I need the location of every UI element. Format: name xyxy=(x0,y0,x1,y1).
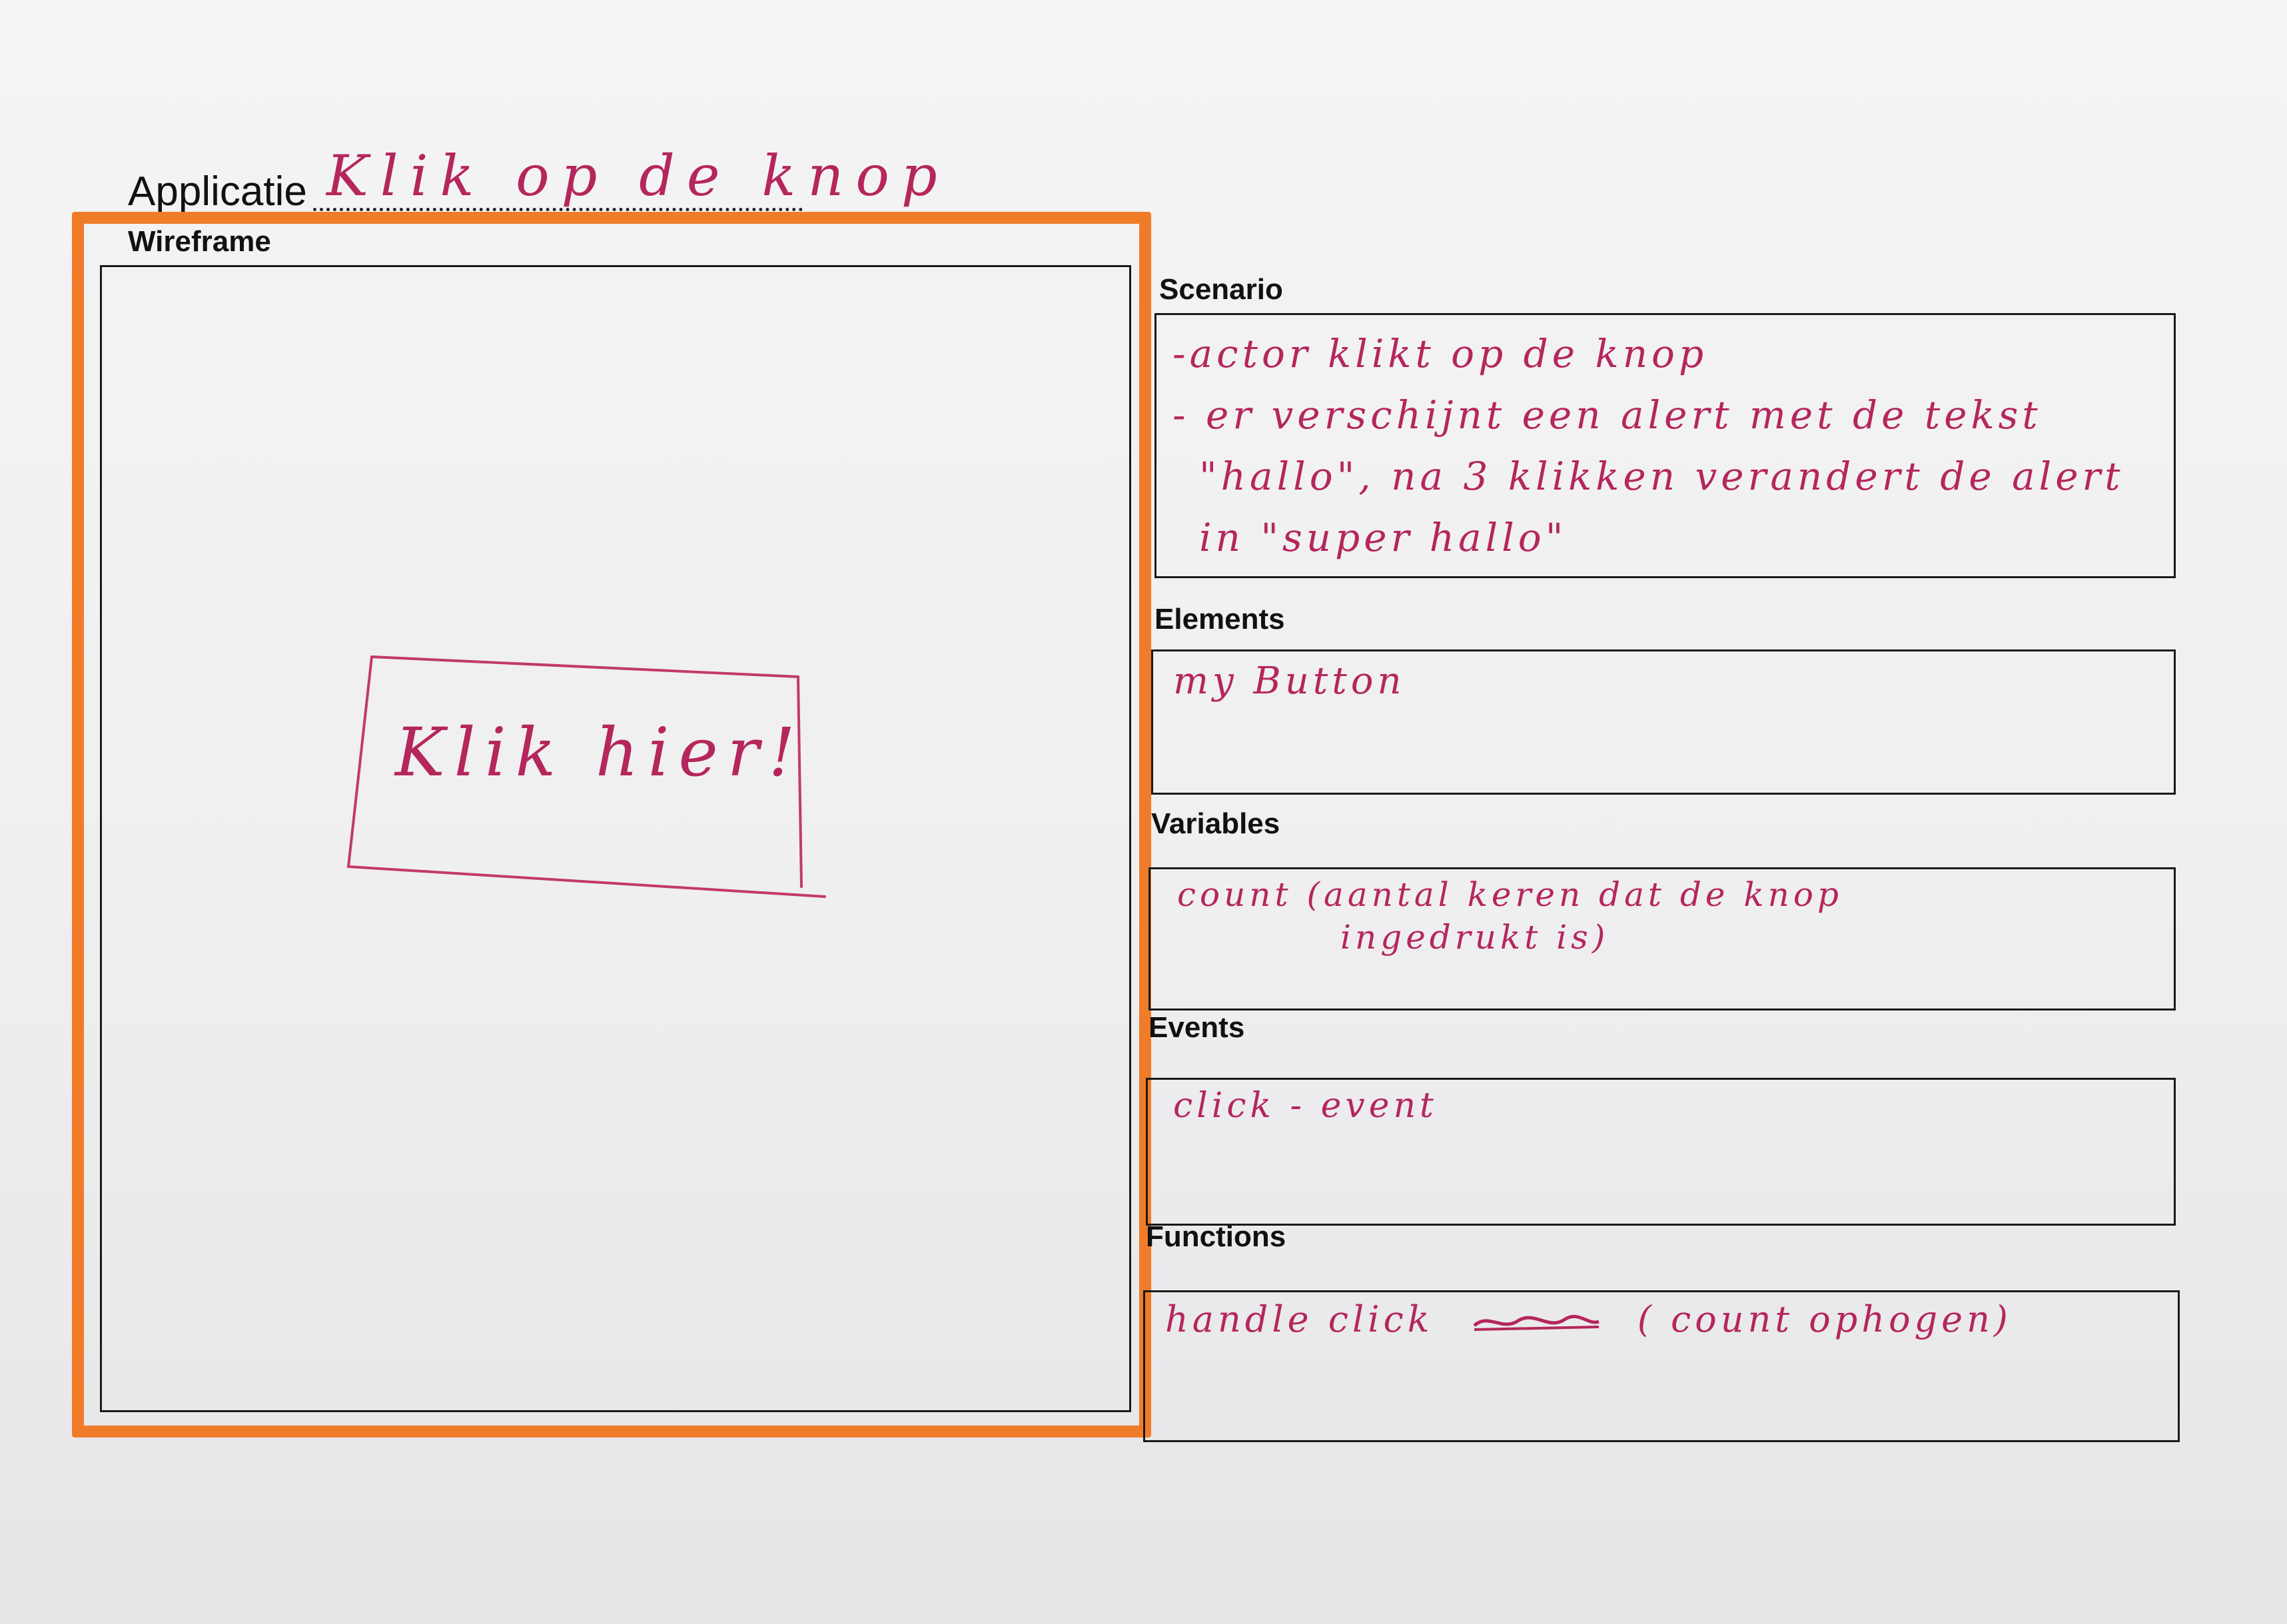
wireframe-button-sketch xyxy=(346,655,826,898)
scenario-line: - er verschijnt een alert met de tekst xyxy=(1172,392,2042,438)
variables-box: count (aantal keren dat de knop ingedruk… xyxy=(1148,867,2176,1011)
scribble-icon xyxy=(1472,1314,1600,1331)
events-text: click - event xyxy=(1173,1084,1438,1128)
functions-heading: Functions xyxy=(1146,1220,1286,1253)
scenario-line: in "super hallo" xyxy=(1199,515,1568,560)
elements-box: my Button xyxy=(1151,649,2176,795)
scenario-line: -actor klikt op de knop xyxy=(1172,331,1708,376)
app-label: Applicatie xyxy=(128,169,307,214)
functions-box: handle click ( count ophogen) xyxy=(1143,1290,2180,1442)
events-line: click - event xyxy=(1173,1086,1438,1126)
variables-line: count (aantal keren dat de knop xyxy=(1177,875,1843,914)
wireframe-box: Klik hier! xyxy=(100,265,1131,1412)
app-name-handwritten: Klik op de knop xyxy=(326,143,949,208)
scenario-text: -actor klikt op de knop - er verschijnt … xyxy=(1172,323,2124,568)
variables-text: count (aantal keren dat de knop ingedruk… xyxy=(1177,873,1843,959)
events-heading: Events xyxy=(1148,1011,1245,1044)
wireframe-heading: Wireframe xyxy=(128,225,271,258)
functions-text: handle click ( count ophogen) xyxy=(1165,1296,2012,1343)
elements-heading: Elements xyxy=(1154,603,1285,635)
scenario-heading: Scenario xyxy=(1159,273,1283,306)
functions-line-start: handle click xyxy=(1165,1298,1434,1340)
elements-text: my Button xyxy=(1173,658,1406,705)
functions-line-end: ( count ophogen) xyxy=(1637,1298,2012,1340)
events-box: click - event xyxy=(1146,1078,2176,1226)
scenario-box: -actor klikt op de knop - er verschijnt … xyxy=(1154,313,2176,578)
wireframe-button-label: Klik hier! xyxy=(395,713,805,791)
variables-heading: Variables xyxy=(1151,807,1280,840)
scenario-line: "hallo", na 3 klikken verandert de alert xyxy=(1199,454,2124,499)
variables-line: ingedrukt is) xyxy=(1340,918,1609,957)
elements-line: my Button xyxy=(1173,659,1406,703)
